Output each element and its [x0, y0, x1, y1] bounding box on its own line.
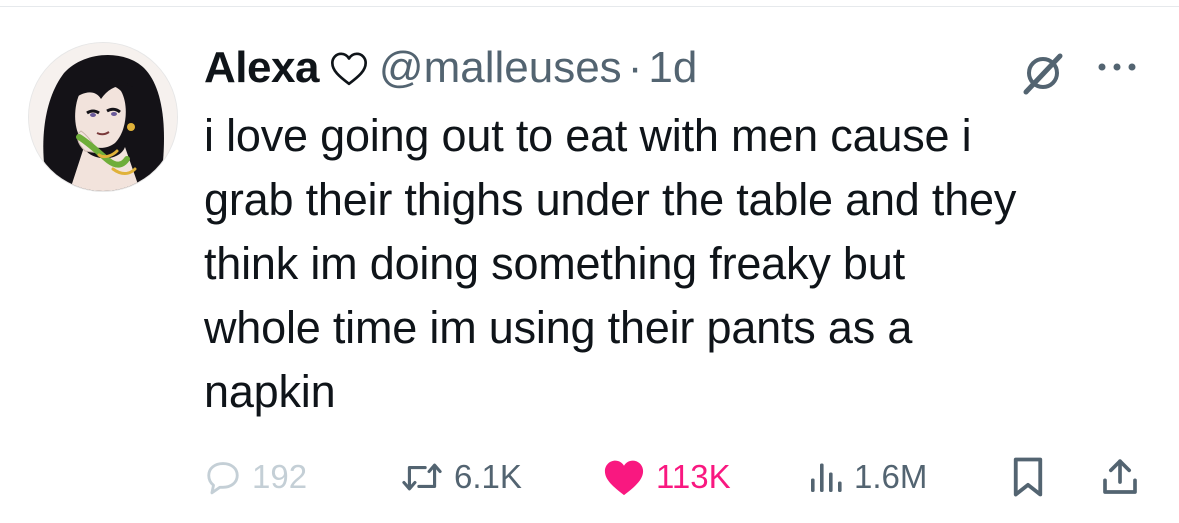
like-button[interactable]: 113K: [602, 452, 731, 502]
tweet[interactable]: Alexa @malleuses · 1d i love going out t…: [0, 0, 1179, 523]
like-count: 113K: [656, 458, 731, 495]
repost-button[interactable]: 6.1K: [400, 452, 522, 502]
display-name[interactable]: Alexa: [204, 43, 319, 93]
more-dots-icon[interactable]: [1092, 52, 1142, 82]
avatar[interactable]: [28, 42, 178, 192]
share-icon: [1103, 459, 1137, 494]
repost-icon: [402, 463, 442, 491]
tweet-timestamp[interactable]: 1d: [648, 43, 697, 93]
bookmark-button[interactable]: [1010, 452, 1046, 502]
user-handle[interactable]: @malleuses: [379, 43, 622, 93]
action-bar: 192 6.1K 113K 1.6M: [204, 452, 1164, 502]
bookmark-icon: [1013, 457, 1043, 497]
header-separator: ·: [627, 43, 643, 92]
grok-icon[interactable]: [1018, 48, 1068, 98]
share-button[interactable]: [1100, 452, 1140, 502]
heart-outline-icon: [329, 49, 369, 87]
tweet-text: i love going out to eat with men cause i…: [204, 110, 1017, 417]
reply-button[interactable]: 192: [204, 452, 307, 502]
reply-count: 192: [252, 458, 308, 495]
views-button[interactable]: 1.6M: [808, 452, 927, 502]
views-count: 1.6M: [854, 458, 928, 495]
views-bars-icon: [811, 463, 842, 492]
avatar-illustration: [29, 43, 177, 191]
reply-bubble-icon: [207, 462, 239, 495]
repost-count: 6.1K: [454, 458, 522, 495]
heart-filled-icon: [604, 460, 644, 496]
tweet-header: Alexa @malleuses · 1d: [204, 40, 697, 96]
